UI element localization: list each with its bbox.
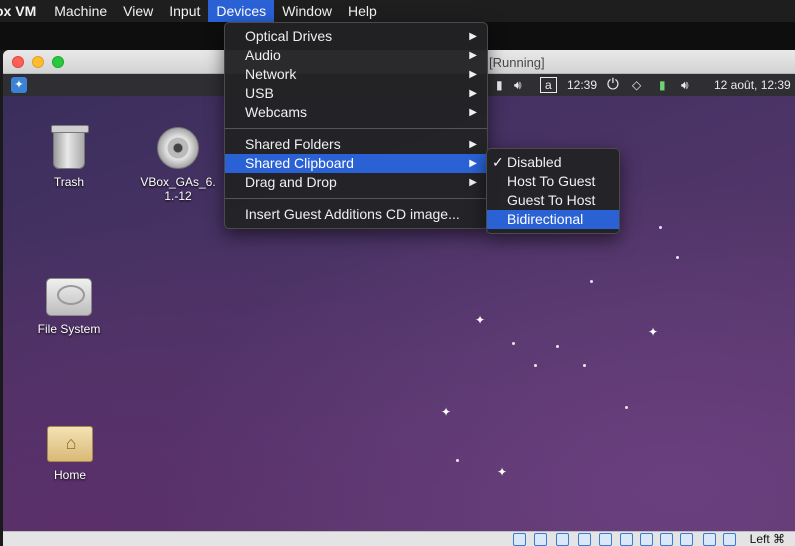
star-dot <box>625 406 628 409</box>
panel-clock[interactable]: 12:39 <box>567 74 597 96</box>
submenu-item-disabled[interactable]: ✓ Disabled <box>487 153 619 172</box>
star-dot <box>534 364 537 367</box>
display-status-icon[interactable] <box>640 533 653 546</box>
menu-separator <box>225 198 487 199</box>
usb-status-icon[interactable] <box>599 533 612 546</box>
close-button[interactable] <box>12 56 24 68</box>
volume-icon[interactable]: 🔊︎ <box>514 74 522 96</box>
submenu-arrow-icon: ▶ <box>469 158 477 169</box>
menu-item-audio[interactable]: Audio ▶ <box>225 46 487 65</box>
home-folder-icon <box>47 426 94 462</box>
minimize-button[interactable] <box>32 56 44 68</box>
star-dot <box>556 345 559 348</box>
menu-item-optical-drives[interactable]: Optical Drives ▶ <box>225 27 487 46</box>
macos-menubar: ox VM Machine View Input Devices Window … <box>0 0 795 22</box>
disc-icon <box>157 127 199 169</box>
hard-disk-status-icon[interactable] <box>513 533 526 546</box>
desktop-icon-label: File System <box>37 322 101 336</box>
star-dot <box>456 459 459 462</box>
desktop-icon-trash[interactable]: Trash <box>24 125 114 189</box>
menu-item-usb[interactable]: USB ▶ <box>225 84 487 103</box>
menu-item-shared-folders[interactable]: Shared Folders ▶ <box>225 135 487 154</box>
shared-folders-status-icon[interactable] <box>620 533 633 546</box>
submenu-arrow-icon: ▶ <box>469 139 477 150</box>
host-key-label[interactable]: Left ⌘ <box>750 532 785 546</box>
submenu-arrow-icon: ▶ <box>469 88 477 99</box>
checkmark-icon: ✓ <box>492 154 504 170</box>
star-dot <box>512 342 515 345</box>
wifi-icon[interactable]: ◇ <box>632 74 641 96</box>
star-dot <box>659 226 662 229</box>
optical-drive-status-icon[interactable] <box>534 533 547 546</box>
window-title: [Running] <box>489 55 545 70</box>
vm-status-bar: Left ⌘ <box>3 531 795 546</box>
battery-charge-icon[interactable]: ▮ <box>659 74 666 96</box>
submenu-item-host-to-guest[interactable]: Host To Guest <box>487 172 619 191</box>
submenu-item-bidirectional[interactable]: Bidirectional <box>487 210 619 229</box>
menu-devices[interactable]: Devices <box>208 0 275 22</box>
speaker-icon[interactable]: 🔊︎ <box>681 74 689 96</box>
submenu-arrow-icon: ▶ <box>469 50 477 61</box>
cpu-status-icon[interactable] <box>680 533 693 546</box>
menu-item-network[interactable]: Network ▶ <box>225 65 487 84</box>
menu-item-webcams[interactable]: Webcams ▶ <box>225 103 487 122</box>
submenu-arrow-icon: ▶ <box>469 69 477 80</box>
submenu-arrow-icon: ▶ <box>469 107 477 118</box>
menu-item-insert-guest-additions[interactable]: Insert Guest Additions CD image... <box>225 205 487 224</box>
menu-item-drag-and-drop[interactable]: Drag and Drop ▶ <box>225 173 487 192</box>
menu-view[interactable]: View <box>115 0 161 22</box>
mouse-integration-icon[interactable] <box>703 533 716 546</box>
recording-status-icon[interactable] <box>660 533 673 546</box>
desktop-icon-home[interactable]: Home <box>25 426 115 482</box>
submenu-item-guest-to-host[interactable]: Guest To Host <box>487 191 619 210</box>
desktop-icon-label: Trash <box>53 175 85 189</box>
star-decoration: ✦ <box>475 313 486 327</box>
devices-menu: Optical Drives ▶ Audio ▶ Network ▶ USB ▶ Web… <box>224 22 488 229</box>
desktop-icon-file-system[interactable]: File System <box>24 278 114 336</box>
date-time[interactable]: 12 août, 12:39 <box>714 74 791 96</box>
star-dot <box>590 280 593 283</box>
menu-separator <box>225 128 487 129</box>
power-icon[interactable]: ⏻ <box>607 74 619 96</box>
star-dot <box>583 364 586 367</box>
menu-machine[interactable]: Machine <box>46 0 115 22</box>
screen: ox VM Machine View Input Devices Window … <box>0 0 795 546</box>
desktop-icon-label: Home <box>53 468 86 482</box>
star-decoration: ✦ <box>441 405 452 419</box>
zoom-button[interactable] <box>52 56 64 68</box>
network-status-icon[interactable] <box>578 533 591 546</box>
menu-input[interactable]: Input <box>161 0 208 22</box>
desktop-icon-vbox-gas[interactable]: VBox_GAs_6.1.-12 <box>133 127 223 203</box>
star-dot <box>676 256 679 259</box>
desktop-icon-label: VBox_GAs_6.1.-12 <box>140 175 216 203</box>
menu-window[interactable]: Window <box>274 0 340 22</box>
audio-status-icon[interactable] <box>556 533 569 546</box>
star-decoration: ✦ <box>648 325 659 339</box>
submenu-arrow-icon: ▶ <box>469 31 477 42</box>
menu-item-shared-clipboard[interactable]: Shared Clipboard ▶ <box>225 154 487 173</box>
trash-icon <box>51 125 89 169</box>
keyboard-layout-indicator[interactable]: a <box>540 77 557 93</box>
star-decoration: ✦ <box>497 465 508 479</box>
hard-drive-icon <box>46 278 92 316</box>
battery-icon[interactable]: ▮ <box>496 74 503 96</box>
keyboard-capture-icon[interactable] <box>723 533 736 546</box>
whisker-menu-icon[interactable]: ✦ <box>11 77 27 93</box>
menu-help[interactable]: Help <box>340 0 385 22</box>
app-name[interactable]: ox VM <box>0 3 46 19</box>
submenu-arrow-icon: ▶ <box>469 177 477 188</box>
shared-clipboard-submenu: ✓ Disabled Host To Guest Guest To Host Bi… <box>486 148 620 234</box>
